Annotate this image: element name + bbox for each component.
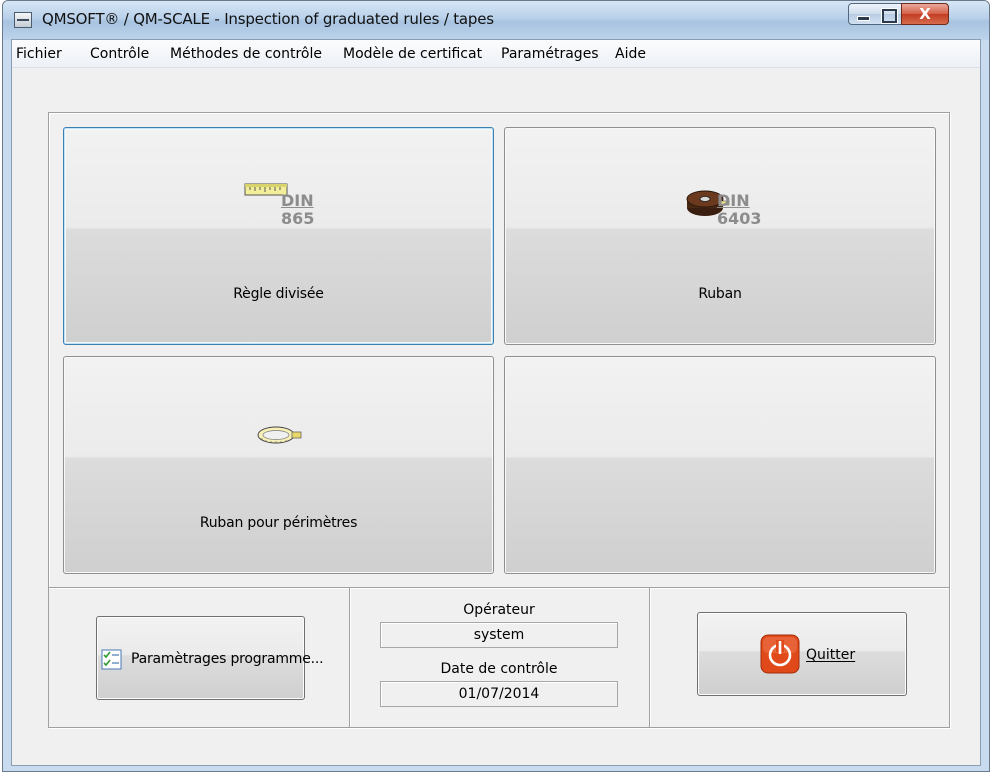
perimeter-tape-icon (257, 426, 302, 444)
menu-methodes[interactable]: Méthodes de contrôle (170, 46, 322, 62)
client-area: Fichier Contrôle Méthodes de contrôle Mo… (11, 39, 981, 766)
checklist-icon (101, 649, 122, 670)
power-icon (760, 634, 800, 674)
parametrages-programme-label: Paramètrages programme... (131, 651, 324, 667)
menu-fichier[interactable]: Fichier (16, 46, 62, 62)
bottom-panel: Paramètrages programme... Opérateur syst… (48, 587, 950, 728)
operator-label: Opérateur (463, 602, 535, 618)
menu-controle[interactable]: Contrôle (90, 46, 149, 62)
ruban-button[interactable]: DIN 6403 Ruban (504, 127, 936, 345)
regle-divisee-label: Règle divisée (233, 286, 324, 302)
menu-parametrages[interactable]: Paramétrages (501, 46, 599, 62)
divider (649, 588, 650, 727)
quitter-label: Quitter (806, 647, 856, 663)
empty-tile-button[interactable] (504, 356, 936, 574)
date-field: 01/07/2014 (380, 681, 618, 707)
quitter-button[interactable]: Quitter (697, 612, 907, 696)
close-icon: X (919, 5, 931, 23)
ruban-perimetres-button[interactable]: Ruban pour périmètres (63, 356, 494, 574)
minimize-button[interactable] (848, 3, 876, 25)
menu-bar: Fichier Contrôle Méthodes de contrôle Mo… (12, 40, 980, 68)
din-badge: DIN 865 (281, 191, 315, 228)
ruban-perimetres-label: Ruban pour périmètres (199, 515, 358, 531)
menu-aide[interactable]: Aide (615, 46, 646, 62)
app-icon[interactable] (14, 12, 32, 28)
inspection-type-panel: DIN 865 Règle divisée DIN 6403 Ruban Rub… (48, 112, 950, 588)
window-title: QMSOFT® / QM-SCALE - Inspection of gradu… (42, 10, 494, 28)
maximize-button[interactable] (875, 3, 902, 25)
date-label: Date de contrôle (440, 661, 558, 677)
operator-field: system (380, 622, 618, 648)
din-badge: DIN 6403 (717, 191, 762, 228)
ruban-label: Ruban (698, 286, 742, 302)
menu-modele-certificat[interactable]: Modèle de certificat (343, 46, 482, 62)
regle-divisee-button[interactable]: DIN 865 Règle divisée (63, 127, 494, 345)
close-button[interactable]: X (901, 3, 949, 25)
parametrages-programme-button[interactable]: Paramètrages programme... (96, 616, 324, 700)
title-bar[interactable]: QMSOFT® / QM-SCALE - Inspection of gradu… (3, 1, 989, 39)
app-window: QMSOFT® / QM-SCALE - Inspection of gradu… (2, 0, 990, 772)
